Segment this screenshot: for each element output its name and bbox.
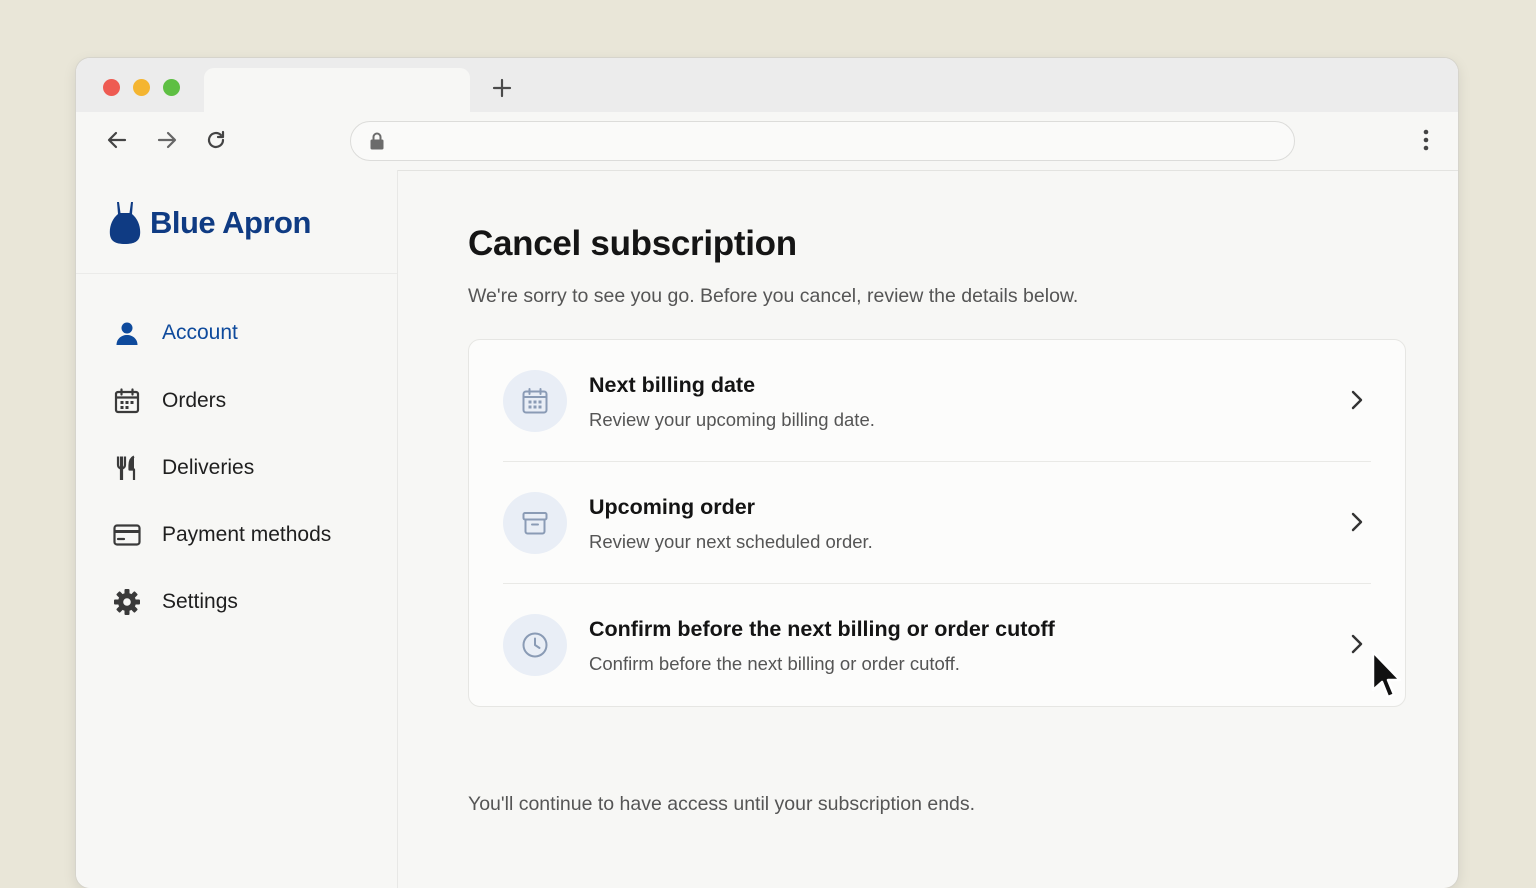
credit-card-icon bbox=[112, 520, 142, 550]
calendar-icon bbox=[503, 370, 567, 432]
mouse-cursor-icon bbox=[1371, 650, 1402, 699]
cancellation-details-card: Next billing date Review your upcoming b… bbox=[468, 339, 1406, 707]
row-description: Review your next scheduled order. bbox=[589, 531, 873, 552]
row-description: Review your upcoming billing date. bbox=[589, 409, 875, 430]
calendar-icon bbox=[112, 386, 142, 416]
plus-icon bbox=[492, 78, 512, 98]
sidebar-item-account[interactable]: Account bbox=[112, 313, 238, 353]
minimize-window-button[interactable] bbox=[133, 79, 150, 96]
row-title: Upcoming order bbox=[589, 495, 756, 519]
sidebar-item-label: Payment methods bbox=[162, 523, 332, 546]
access-footnote: You'll continue to have access until you… bbox=[468, 793, 976, 815]
sidebar-item-deliveries[interactable]: Deliveries bbox=[112, 448, 254, 488]
next-billing-date-row[interactable]: Next billing date Review your upcoming b… bbox=[503, 340, 1371, 461]
row-description: Confirm before the next billing or order… bbox=[589, 653, 960, 674]
page-title: Cancel subscription bbox=[468, 224, 797, 263]
utensils-icon bbox=[112, 453, 142, 483]
user-icon bbox=[112, 318, 142, 348]
title-bar bbox=[76, 58, 1458, 112]
new-tab-button[interactable] bbox=[488, 74, 516, 102]
maximize-window-button[interactable] bbox=[163, 79, 180, 96]
sidebar-item-settings[interactable]: Settings bbox=[112, 582, 238, 622]
row-title: Next billing date bbox=[589, 373, 756, 397]
sidebar-item-payment-methods[interactable]: Payment methods bbox=[112, 515, 331, 555]
sidebar-item-label: Account bbox=[162, 321, 238, 344]
sidebar-item-orders[interactable]: Orders bbox=[112, 381, 226, 421]
box-icon bbox=[503, 492, 567, 554]
browser-tab[interactable] bbox=[204, 68, 470, 112]
confirm-cutoff-row[interactable]: Confirm before the next billing or order… bbox=[503, 584, 1371, 705]
reload-button[interactable] bbox=[202, 126, 230, 154]
brand-logo[interactable]: Blue Apron bbox=[108, 198, 311, 248]
gear-icon bbox=[112, 587, 142, 617]
brand-name: Blue Apron bbox=[150, 205, 311, 240]
clock-icon bbox=[503, 614, 567, 676]
arrow-left-icon bbox=[107, 131, 127, 149]
reload-icon bbox=[207, 130, 225, 149]
more-vertical-icon bbox=[1423, 129, 1429, 151]
forward-button[interactable] bbox=[153, 126, 181, 154]
sidebar: Blue Apron Account Orders Deliveries Pay… bbox=[76, 170, 398, 888]
row-title: Confirm before the next billing or order… bbox=[589, 617, 1055, 641]
back-button[interactable] bbox=[103, 126, 131, 154]
browser-window: Blue Apron Account Orders Deliveries Pay… bbox=[76, 58, 1458, 888]
page-subtitle: We're sorry to see you go. Before you ca… bbox=[468, 285, 1079, 307]
chevron-right-icon bbox=[1343, 630, 1371, 658]
lock-icon bbox=[370, 132, 384, 150]
sidebar-item-label: Deliveries bbox=[162, 456, 255, 479]
chevron-right-icon bbox=[1343, 386, 1371, 414]
sidebar-item-label: Settings bbox=[162, 590, 238, 613]
browser-menu-button[interactable] bbox=[1416, 126, 1436, 154]
arrow-right-icon bbox=[157, 131, 177, 149]
sidebar-divider bbox=[76, 273, 397, 274]
upcoming-order-row[interactable]: Upcoming order Review your next schedule… bbox=[503, 462, 1371, 583]
apron-logo-icon bbox=[109, 202, 141, 244]
address-bar[interactable] bbox=[350, 121, 1295, 161]
sidebar-item-label: Orders bbox=[162, 389, 227, 412]
chevron-right-icon bbox=[1343, 508, 1371, 536]
main-content: Cancel subscription We're sorry to see y… bbox=[398, 170, 1458, 888]
browser-toolbar bbox=[76, 112, 1458, 171]
close-window-button[interactable] bbox=[103, 79, 120, 96]
